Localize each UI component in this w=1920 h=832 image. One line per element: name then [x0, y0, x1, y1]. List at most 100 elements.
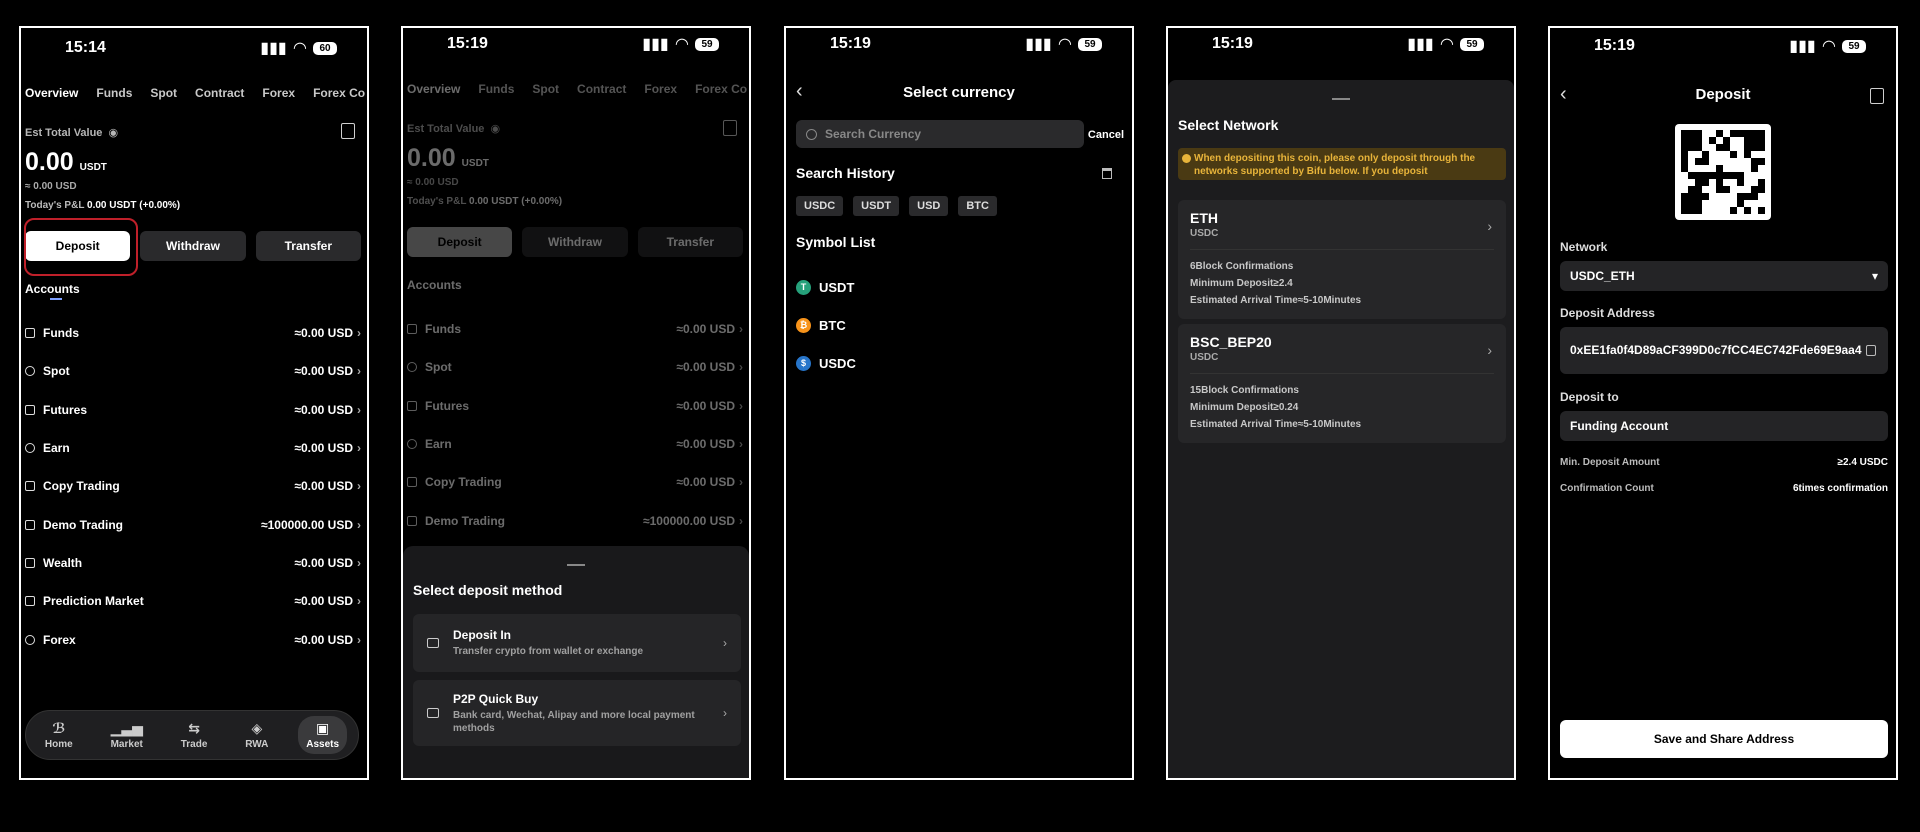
cancel-button[interactable]: Cancel: [1088, 129, 1124, 141]
search-history-title: Search History: [796, 165, 895, 181]
transfer-button[interactable]: Transfer: [255, 231, 361, 261]
signal-icon: ▮▮▮: [642, 36, 669, 53]
account-row-forex[interactable]: Forex ≈0.00 USD ›: [25, 620, 361, 658]
tab-forex-copy[interactable]: Forex Co: [313, 86, 365, 100]
withdraw-button[interactable]: Withdraw: [522, 227, 628, 257]
deposit-button[interactable]: Deposit: [407, 227, 513, 257]
qr-module: [1695, 200, 1702, 207]
tab-funds[interactable]: Funds: [96, 86, 132, 100]
deposit-method-sheet: Select deposit method Deposit In Transfer…: [403, 546, 749, 778]
assets-overview-screen: 15:14 ▮▮▮ ◠ 60 Overview Funds Spot Contrac…: [19, 26, 369, 780]
tab-spot[interactable]: Spot: [532, 82, 559, 96]
qr-module: [1681, 193, 1688, 200]
p2p-quick-buy-option[interactable]: P2P Quick Buy Bank card, Wechat, Alipay a…: [413, 680, 741, 746]
qr-module: [1709, 172, 1716, 179]
symbol-row-usdc[interactable]: $ USDC: [796, 344, 856, 382]
account-row-earn[interactable]: Earn ≈0.00 USD ›: [25, 429, 361, 467]
battery-indicator: 60: [313, 41, 337, 55]
chevron-right-icon: ›: [739, 398, 743, 413]
deposit-to-field[interactable]: Funding Account: [1560, 411, 1888, 441]
tab-funds[interactable]: Funds: [478, 82, 514, 96]
eye-icon[interactable]: ◉: [490, 122, 500, 135]
tab-forex[interactable]: Forex: [644, 82, 677, 96]
sheet-grabber[interactable]: [567, 564, 585, 566]
history-chips: USDC USDT USD BTC: [796, 196, 997, 216]
account-row-prediction-market[interactable]: Prediction Market ≈0.00 USD ›: [25, 582, 361, 620]
qr-module: [1751, 130, 1758, 137]
nav-home[interactable]: ℬ Home: [37, 716, 81, 754]
qr-module: [1716, 179, 1723, 186]
transfer-button[interactable]: Transfer: [637, 227, 743, 257]
account-row-futures[interactable]: Futures ≈0.00 USD ›: [407, 387, 743, 425]
account-row-funds[interactable]: Funds ≈0.00 USD ›: [25, 314, 361, 352]
history-chip-usd[interactable]: USD: [909, 196, 949, 216]
trade-icon: ⇆: [188, 720, 200, 736]
account-row-futures[interactable]: Futures ≈0.00 USD ›: [25, 391, 361, 429]
records-icon[interactable]: [341, 123, 355, 139]
qr-module: [1723, 151, 1730, 158]
account-row-funds[interactable]: Funds ≈0.00 USD ›: [407, 310, 743, 348]
qr-module: [1723, 165, 1730, 172]
nav-assets[interactable]: ▣ Assets: [298, 716, 348, 754]
nav-trade[interactable]: ⇆ Trade: [173, 716, 216, 754]
account-name: Futures: [425, 398, 470, 413]
trash-icon[interactable]: [1102, 168, 1112, 179]
battery-indicator: 59: [1842, 39, 1866, 53]
qr-code: [1675, 124, 1771, 220]
qr-module: [1737, 193, 1744, 200]
deposit-address-screen: 15:19 ▮▮▮ ◠ 59 ‹ Deposit Network USDC_ETH ▾…: [1548, 26, 1898, 780]
qr-module: [1709, 137, 1716, 144]
deposit-address-value: 0xEE1fa0f4D89aCF399D0c7fCC4EC742Fde69E9a…: [1570, 343, 1862, 357]
account-row-demo-trading[interactable]: Demo Trading ≈100000.00 USD ›: [25, 505, 361, 543]
qr-module: [1723, 172, 1730, 179]
qr-module: [1716, 158, 1723, 165]
network-confirmations: 6Block Confirmations: [1190, 261, 1294, 272]
account-row-copy-trading[interactable]: Copy Trading ≈0.00 USD ›: [25, 467, 361, 505]
qr-module: [1744, 137, 1751, 144]
tab-forex[interactable]: Forex: [262, 86, 295, 100]
qr-module: [1716, 193, 1723, 200]
tab-contract[interactable]: Contract: [577, 82, 626, 96]
eye-icon[interactable]: ◉: [108, 126, 118, 139]
qr-module: [1744, 186, 1751, 193]
symbol-row-usdt[interactable]: T USDT: [796, 268, 856, 306]
network-select[interactable]: USDC_ETH ▾: [1560, 261, 1888, 291]
tab-contract[interactable]: Contract: [195, 86, 244, 100]
sheet-grabber[interactable]: [1332, 98, 1350, 100]
records-icon[interactable]: [723, 120, 737, 136]
withdraw-button[interactable]: Withdraw: [140, 231, 246, 261]
nav-label: Home: [44, 739, 73, 750]
network-option-bsc-bep20[interactable]: BSC_BEP20 USDC › 15Block Confirmations M…: [1178, 324, 1506, 443]
chevron-right-icon: ›: [723, 636, 727, 650]
search-input[interactable]: Search Currency: [796, 120, 1084, 148]
symbol-row-btc[interactable]: ₿ BTC: [796, 306, 856, 344]
records-icon[interactable]: [1870, 88, 1884, 104]
account-row-wealth[interactable]: Wealth ≈0.00 USD ›: [25, 544, 361, 582]
qr-module: [1758, 200, 1765, 207]
status-time: 15:14: [65, 39, 106, 56]
save-share-address-button[interactable]: Save and Share Address: [1560, 720, 1888, 758]
deposit-address-field[interactable]: 0xEE1fa0f4D89aCF399D0c7fCC4EC742Fde69E9a…: [1560, 327, 1888, 374]
tab-overview[interactable]: Overview: [407, 82, 460, 96]
account-row-spot[interactable]: Spot ≈0.00 USD ›: [25, 352, 361, 390]
warning-text: When depositing this coin, please only d…: [1194, 153, 1476, 177]
copy-icon[interactable]: [1866, 345, 1876, 356]
qr-module: [1751, 200, 1758, 207]
qr-module: [1709, 179, 1716, 186]
nav-rwa[interactable]: ◈ RWA: [237, 716, 276, 754]
account-row-earn[interactable]: Earn ≈0.00 USD ›: [407, 425, 743, 463]
history-chip-usdt[interactable]: USDT: [853, 196, 900, 216]
status-time: 15:19: [1594, 37, 1635, 54]
history-chip-btc[interactable]: BTC: [958, 196, 997, 216]
history-chip-usdc[interactable]: USDC: [796, 196, 844, 216]
nav-market[interactable]: ▁▃▅ Market: [103, 716, 151, 754]
account-row-demo-trading[interactable]: Demo Trading ≈100000.00 USD ›: [407, 501, 743, 539]
network-option-eth[interactable]: ETH USDC › 6Block Confirmations Minimum …: [1178, 200, 1506, 319]
account-name: Forex: [43, 632, 76, 647]
tab-spot[interactable]: Spot: [150, 86, 177, 100]
account-row-copy-trading[interactable]: Copy Trading ≈0.00 USD ›: [407, 463, 743, 501]
tab-overview[interactable]: Overview: [25, 86, 78, 100]
deposit-in-option[interactable]: Deposit In Transfer crypto from wallet or…: [413, 614, 741, 672]
account-row-spot[interactable]: Spot ≈0.00 USD ›: [407, 348, 743, 386]
tab-forex-copy[interactable]: Forex Co: [695, 82, 747, 96]
